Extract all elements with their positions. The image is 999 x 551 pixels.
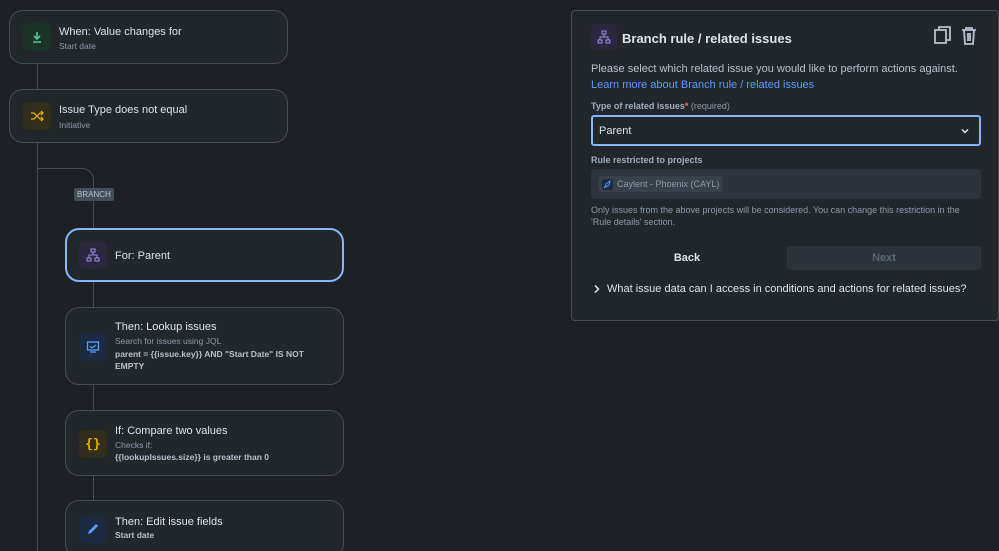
download-icon [23,23,51,51]
required-text: (required) [690,101,730,111]
condition-card[interactable]: Issue Type does not equal Initiative [9,89,288,143]
compare-subtitle: Checks if: [115,440,153,450]
trigger-card[interactable]: When: Value changes for Start date [9,10,288,64]
project-chip: Caylent - Phoenix (CAYL) [598,176,724,192]
projects-field: Caylent - Phoenix (CAYL) [591,169,981,199]
branch-card[interactable]: For: Parent [65,228,344,282]
panel-description: Please select which related issue you wo… [591,61,986,93]
rocket-icon [602,178,613,190]
faq-text: What issue data can I access in conditio… [607,283,967,295]
type-label: Type of related issues* (required) [591,101,730,111]
lookup-subtitle: Search for issues using JQL [115,336,222,346]
description-text: Please select which related issue you wo… [591,63,958,75]
connector-line [93,385,94,411]
compare-card[interactable]: {} If: Compare two values Checks if: {{l… [65,410,344,476]
hierarchy-icon [79,241,107,269]
trash-icon[interactable] [960,26,978,46]
braces-icon: {} [79,430,107,458]
project-chip-label: Caylent - Phoenix (CAYL) [617,179,720,189]
chevron-down-icon [961,128,969,134]
monitor-icon [79,333,107,361]
required-star: * [684,101,689,111]
learn-more-link[interactable]: Learn more about Branch rule / related i… [591,79,814,91]
compare-detail: {{lookupIssues.size}} is greater than 0 [115,452,270,462]
connector-line [93,475,94,501]
connector-line [93,282,94,308]
back-button[interactable]: Back [591,246,783,270]
edit-detail: Start date [115,530,155,540]
connector-line [37,63,38,90]
edit-card[interactable]: Then: Edit issue fields Start date [65,500,344,551]
pencil-icon [79,515,107,543]
restriction-helper: Only issues from the above projects will… [591,205,960,227]
branch-tag: BRANCH [74,188,114,201]
branch-title: For: Parent [115,250,171,262]
related-type-value: Parent [599,124,632,137]
related-type-select[interactable]: Parent [591,115,981,146]
trigger-title: When: Value changes for [59,26,182,38]
next-button[interactable]: Next [787,246,981,270]
compare-title: If: Compare two values [115,425,228,437]
duplicate-icon[interactable] [934,26,952,46]
lookup-detail: parent = {{issue.key}} AND "Start Date" … [115,349,304,371]
faq-toggle[interactable]: What issue data can I access in conditio… [593,283,967,295]
chevron-right-icon [594,284,600,294]
lookup-card[interactable]: Then: Lookup issues Search for issues us… [65,307,344,385]
lookup-title: Then: Lookup issues [115,321,217,333]
edit-title: Then: Edit issue fields [115,516,223,528]
projects-label: Rule restricted to projects [591,155,703,165]
hierarchy-icon [591,24,617,50]
branch-config-panel: Branch rule / related issues Please sele… [571,10,999,321]
condition-title: Issue Type does not equal [59,104,188,116]
type-label-text: Type of related issues [591,101,685,111]
trigger-subtitle: Start date [59,41,96,51]
panel-title: Branch rule / related issues [622,31,792,46]
condition-subtitle: Initiative [59,120,91,130]
shuffle-icon [23,102,51,130]
